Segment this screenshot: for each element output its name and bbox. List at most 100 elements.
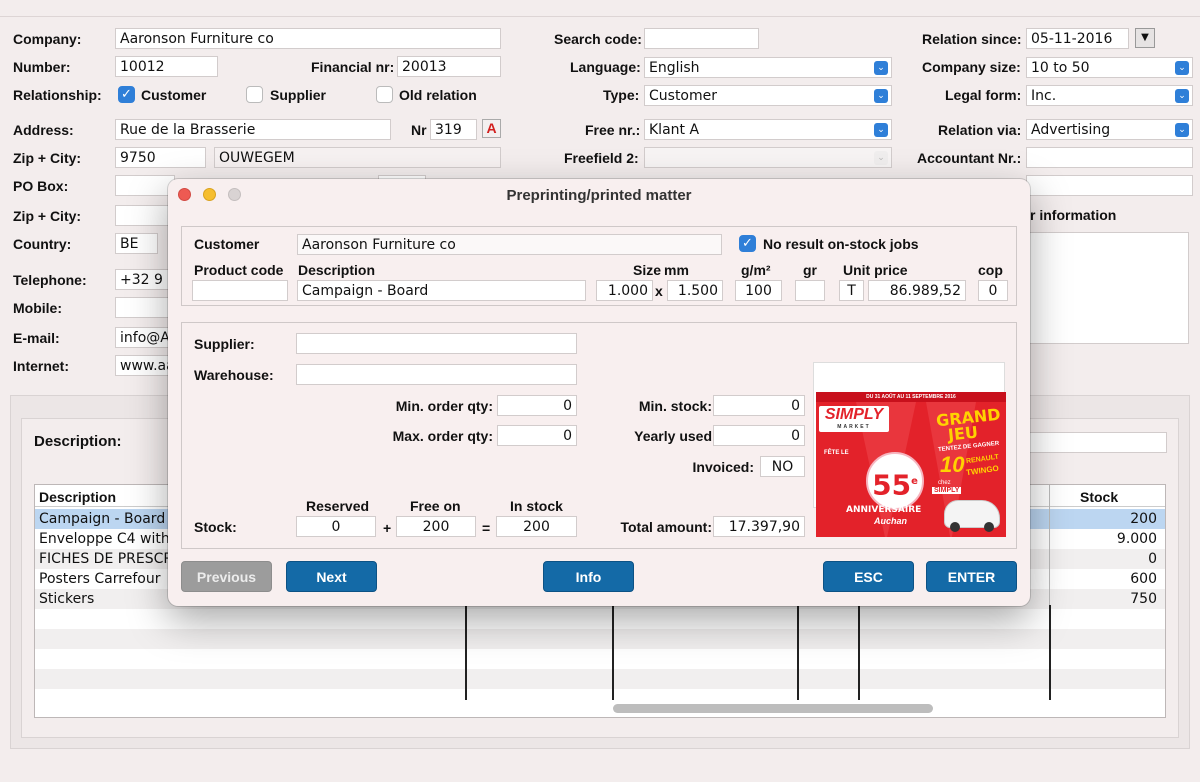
relation-via-value: Advertising xyxy=(1031,122,1111,138)
zip2-field[interactable] xyxy=(115,205,175,226)
financial-nr-field[interactable]: 20013 xyxy=(397,56,501,77)
previous-button[interactable]: Previous xyxy=(181,561,272,592)
search-code-field[interactable] xyxy=(644,28,759,49)
telephone-field[interactable]: +32 9 3 xyxy=(115,269,175,290)
relation-since-field[interactable]: 05-11-2016 xyxy=(1026,28,1129,49)
nr-field[interactable]: 319 xyxy=(430,119,477,140)
horizontal-scrollbar[interactable] xyxy=(613,704,933,713)
promo-fete: FÊTE LE xyxy=(824,450,849,456)
company-size-select[interactable]: 10 to 50 ⌄ xyxy=(1026,57,1193,78)
row-description: FICHES DE PRESCRIP xyxy=(39,551,186,567)
reserved-field[interactable]: 0 xyxy=(296,516,376,537)
address-field[interactable]: Rue de la Brasserie xyxy=(115,119,391,140)
cop-field[interactable]: 0 xyxy=(978,280,1008,301)
car-wheel xyxy=(950,522,960,532)
legal-form-select[interactable]: Inc. ⌄ xyxy=(1026,85,1193,106)
check-icon: ✓ xyxy=(121,87,132,102)
promo-top-band: DU 31 AOÛT AU 11 SEPTEMBRE 2016 xyxy=(816,392,1006,402)
cop-label: cop xyxy=(978,262,1003,278)
description-label: Description xyxy=(298,262,376,278)
customer-checkbox[interactable]: ✓ xyxy=(118,86,135,103)
info-button[interactable]: Info xyxy=(543,561,634,592)
no-result-on-stock-label: No result on-stock jobs xyxy=(763,236,919,252)
table-row xyxy=(35,629,1165,649)
internet-field[interactable]: www.aa xyxy=(115,355,175,376)
row-stock: 600 xyxy=(1130,571,1157,587)
mobile-field[interactable] xyxy=(115,297,175,318)
product-code-field[interactable] xyxy=(192,280,288,301)
relation-since-label: Relation since: xyxy=(922,31,1022,47)
unit-flag-field[interactable]: T xyxy=(839,280,864,301)
chevron-down-icon: ⌄ xyxy=(1175,61,1189,75)
old-relation-checkbox[interactable] xyxy=(376,86,393,103)
gr-field[interactable] xyxy=(795,280,825,301)
esc-button[interactable]: ESC xyxy=(823,561,914,592)
country-field[interactable]: BE xyxy=(115,233,158,254)
relation-via-select[interactable]: Advertising ⌄ xyxy=(1026,119,1193,140)
description-field[interactable]: Campaign - Board xyxy=(297,280,586,301)
car-wheel xyxy=(984,522,994,532)
other-right-field[interactable] xyxy=(1026,175,1193,196)
freefield2-label: Freefield 2: xyxy=(564,150,639,166)
col-header-description[interactable]: Description xyxy=(39,488,116,506)
no-result-on-stock-checkbox[interactable]: ✓ xyxy=(739,235,756,252)
search-code-label: Search code: xyxy=(554,31,642,47)
warehouse-field[interactable] xyxy=(296,364,577,385)
number-label: Number: xyxy=(13,59,71,75)
accountant-field[interactable] xyxy=(1026,147,1193,168)
row-stock: 0 xyxy=(1148,551,1157,567)
customer-field[interactable]: Aaronson Furniture co xyxy=(297,234,722,255)
chevron-down-icon: ▼ xyxy=(1141,32,1149,43)
promo-anniversaire: ANNIVERSAIRE xyxy=(846,505,922,515)
supplier-checkbox[interactable] xyxy=(246,86,263,103)
date-picker-button[interactable]: ▼ xyxy=(1135,28,1155,48)
min-stock-field[interactable]: 0 xyxy=(713,395,805,416)
free-on-label: Free on xyxy=(410,498,461,514)
promo-chez: chez xyxy=(938,480,951,486)
other-information-label: r information xyxy=(1030,207,1117,223)
free-nr-value: Klant A xyxy=(649,122,700,138)
legal-form-value: Inc. xyxy=(1031,88,1057,104)
number-field[interactable]: 10012 xyxy=(115,56,218,77)
other-information-textarea[interactable] xyxy=(1026,232,1189,344)
address-lookup-icon[interactable]: A xyxy=(482,119,501,138)
min-order-field[interactable]: 0 xyxy=(497,395,577,416)
chevron-down-icon: ⌄ xyxy=(874,89,888,103)
old-relation-checkbox-label: Old relation xyxy=(399,87,477,103)
free-on-field[interactable]: 200 xyxy=(396,516,476,537)
size-width-field[interactable]: 1.000 xyxy=(596,280,653,301)
yearly-used-label: Yearly used xyxy=(634,428,712,444)
supplier-label: Supplier: xyxy=(194,336,255,352)
financial-nr-label: Financial nr: xyxy=(311,59,395,75)
yearly-used-field[interactable]: 0 xyxy=(713,425,805,446)
unit-price-field[interactable]: 86.989,52 xyxy=(868,280,966,301)
next-button[interactable]: Next xyxy=(286,561,377,592)
type-value: Customer xyxy=(649,88,718,104)
invoiced-field[interactable]: NO xyxy=(760,456,805,477)
preprinting-dialog: Preprinting/printed matter Customer Aaro… xyxy=(168,179,1030,606)
in-stock-field[interactable]: 200 xyxy=(496,516,577,537)
grid-description-filter[interactable] xyxy=(1026,432,1167,453)
supplier-field[interactable] xyxy=(296,333,577,354)
company-field[interactable]: Aaronson Furniture co xyxy=(115,28,501,49)
total-amount-field[interactable]: 17.397,90 xyxy=(713,516,805,537)
language-value: English xyxy=(649,60,700,76)
free-nr-select[interactable]: Klant A ⌄ xyxy=(644,119,892,140)
type-select[interactable]: Customer ⌄ xyxy=(644,85,892,106)
language-select[interactable]: English ⌄ xyxy=(644,57,892,78)
enter-button[interactable]: ENTER xyxy=(926,561,1017,592)
promo-simply-small: SIMPLY xyxy=(932,487,962,494)
size-height-field[interactable]: 1.500 xyxy=(667,280,723,301)
gm2-field[interactable]: 100 xyxy=(735,280,782,301)
city-field[interactable]: OUWEGEM xyxy=(214,147,501,168)
freefield2-select[interactable]: ⌄ xyxy=(644,147,892,168)
col-header-stock[interactable]: Stock xyxy=(1080,488,1118,506)
promo-55: 55e xyxy=(866,452,924,510)
email-field[interactable]: info@Aa xyxy=(115,327,175,348)
product-code-label: Product code xyxy=(194,262,284,278)
row-description: Posters Carrefour xyxy=(39,571,161,587)
max-order-field[interactable]: 0 xyxy=(497,425,577,446)
po-box-field[interactable] xyxy=(115,175,175,196)
zip-field[interactable]: 9750 xyxy=(115,147,206,168)
promo-jeu: JEU xyxy=(947,422,979,445)
